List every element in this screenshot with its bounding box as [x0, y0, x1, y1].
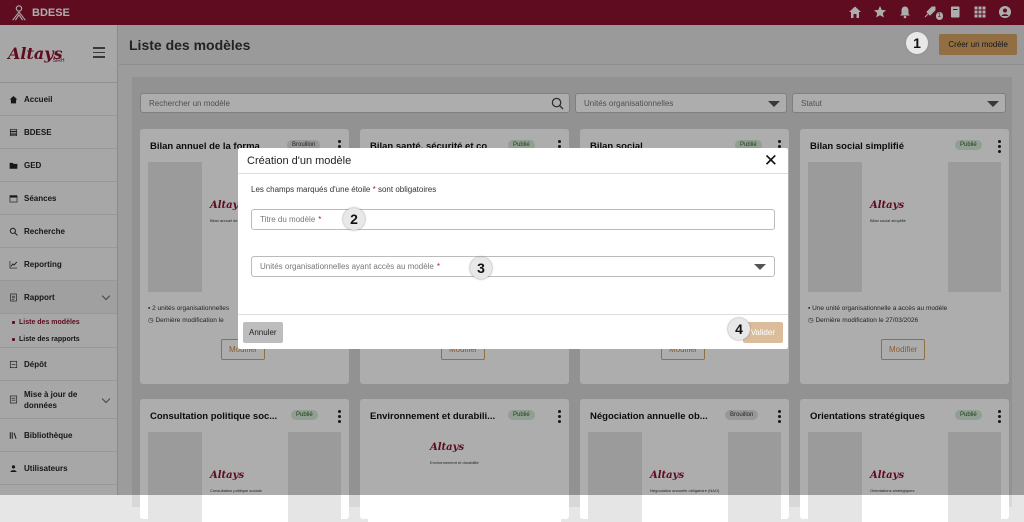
close-icon[interactable]: ✕: [764, 152, 778, 169]
step-marker-3: 3: [470, 257, 492, 279]
dialog-title: Création d'un modèle: [247, 154, 352, 167]
dialog-header: Création d'un modèle: [238, 148, 788, 174]
required-note-suffix: sont obligatoires: [377, 185, 437, 194]
required-star: *: [436, 262, 441, 271]
create-model-dialog: Création d'un modèle ✕ Les champs marqué…: [238, 148, 788, 349]
step-marker-4: 4: [728, 318, 750, 340]
cancel-button[interactable]: Annuler: [243, 322, 283, 343]
dialog-footer-divider: [238, 314, 788, 315]
step-marker-2: 2: [343, 208, 365, 230]
required-star: *: [318, 215, 322, 224]
units-access-select[interactable]: Unités organisationnelles ayant accès au…: [251, 256, 775, 277]
step-marker-1: 1: [906, 32, 928, 54]
title-field-placeholder: Titre du modèle: [260, 215, 316, 224]
required-star: *: [372, 185, 376, 194]
caret-down-icon: [754, 264, 766, 270]
required-fields-note: Les champs marqués d'une étoile * sont o…: [251, 185, 436, 194]
units-field-placeholder: Unités organisationnelles ayant accès au…: [260, 262, 434, 271]
required-note-prefix: Les champs marqués d'une étoile: [251, 185, 371, 194]
model-title-input[interactable]: Titre du modèle *: [251, 209, 775, 230]
